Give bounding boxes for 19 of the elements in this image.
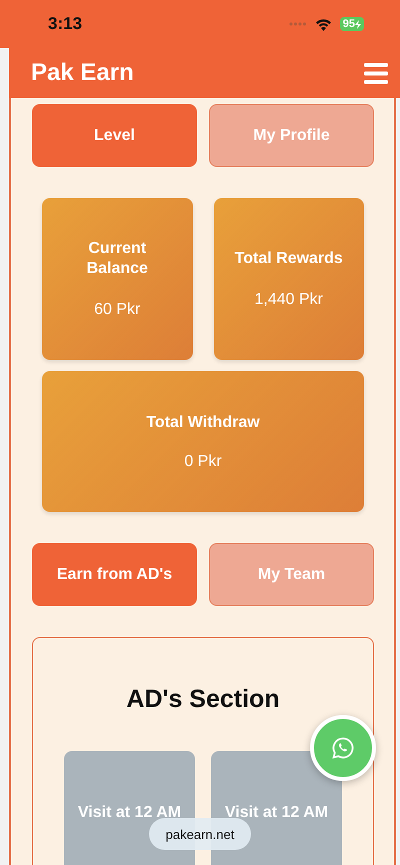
stat-label: Total Withdraw [146,412,260,432]
signal-icon [288,22,307,26]
nav-tab[interactable]: Level [32,104,197,167]
stat-label: Total Rewards [234,249,344,269]
ads-section-title: AD's Section [126,685,280,714]
app-title: Pak Earn [31,59,134,87]
phone-icon [331,736,355,760]
menu-icon[interactable] [364,62,388,84]
stat-value: 0 Pkr [184,452,222,470]
nav-tab[interactable]: Earn from AD's [32,543,197,606]
battery-indicator: 95 [340,17,364,31]
url-bar[interactable]: pakearn.net [149,818,251,850]
stat-label: Current Balance [86,239,149,279]
wifi-icon [314,18,332,30]
nav-tab[interactable]: My Team [209,543,374,606]
nav-tab[interactable]: My Profile [209,104,374,167]
stat-value: 60 Pkr [94,301,140,319]
status-time: 3:13 [48,14,82,34]
stat-value: 1,440 Pkr [254,291,323,309]
